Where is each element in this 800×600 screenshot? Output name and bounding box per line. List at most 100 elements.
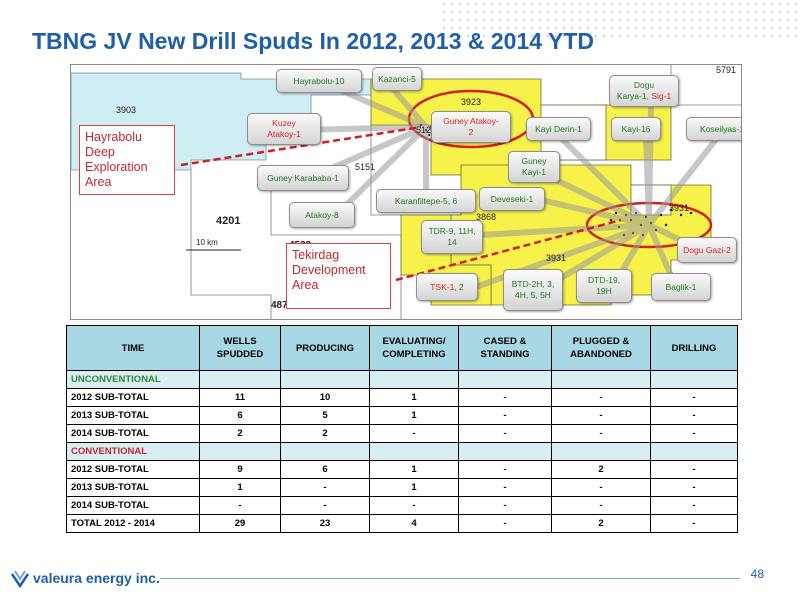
callout-deveseki: Deveseki-1: [479, 187, 545, 211]
row-label: 2014 SUB-TOTAL: [66, 496, 200, 515]
table-row: 2012 SUB-TOTAL 9 6 1-2-: [66, 460, 738, 479]
callout-kuzey-atakoy: Kuzey Atakoy-1: [247, 113, 321, 145]
cell: -: [650, 406, 738, 425]
section-row-conventional: CONVENTIONAL: [66, 442, 738, 461]
wells-status-table: TIME WELLS SPUDDED PRODUCING EVALUATING/…: [66, 325, 738, 533]
cell: -: [280, 496, 370, 515]
row-label: 2012 SUB-TOTAL: [66, 388, 200, 407]
total-row: TOTAL 2012 - 2014 29 23 4-2-: [66, 514, 738, 533]
cell: -: [458, 460, 552, 479]
table-row: 2014 SUB-TOTAL 2 2- - - -: [66, 424, 738, 443]
callout-guney-atakoy: Guney Atakoy- 2: [431, 111, 511, 143]
logo-mark-icon: [10, 570, 30, 588]
map-label-3931-b: 3931: [669, 203, 690, 213]
table-header-row: TIME WELLS SPUDDED PRODUCING EVALUATING/…: [66, 325, 738, 371]
cell: 2: [280, 424, 370, 443]
cell: 9: [199, 460, 281, 479]
cell: -: [369, 424, 459, 443]
cell: -: [551, 406, 651, 425]
tekirdag-area-label: Tekirdag Development Area: [286, 243, 391, 309]
cell: -: [458, 406, 552, 425]
page-number: 48: [750, 567, 764, 581]
col-header-plugged: PLUGGED & ABANDONED: [551, 325, 651, 371]
cell: 2: [551, 460, 651, 479]
scale-label: 10 km: [196, 238, 218, 247]
cell: -: [199, 496, 281, 515]
section-label: CONVENTIONAL: [66, 442, 200, 461]
callout-hayrabolu-10: Hayrabolu-10: [276, 69, 362, 93]
callout-tdr: TDR-9, 11H, 14: [421, 220, 483, 254]
map-label-4201: 4201: [216, 215, 241, 227]
cell: 4: [369, 514, 459, 533]
cell: -: [551, 478, 651, 497]
cell: 1: [369, 388, 459, 407]
callout-dogu-gazi: Dogu Gazi-2: [677, 237, 737, 263]
cell: -: [458, 424, 552, 443]
cell: 2: [199, 424, 281, 443]
cell: 1: [199, 478, 281, 497]
map-label-3903: 3903: [116, 105, 137, 115]
col-header-evaluating: EVALUATING/ COMPLETING: [369, 325, 459, 371]
cell: -: [280, 478, 370, 497]
table-row: 2013 SUB-TOTAL 1-1- - -: [66, 478, 738, 497]
cell: 1: [369, 406, 459, 425]
cell: -: [650, 478, 738, 497]
slide-title: TBNG JV New Drill Spuds In 2012, 2013 & …: [32, 28, 595, 54]
cell: 10: [280, 388, 370, 407]
row-label: 2012 SUB-TOTAL: [66, 460, 200, 479]
cell: -: [551, 496, 651, 515]
cell: -: [650, 460, 738, 479]
cell: 5: [280, 406, 370, 425]
cell: -: [650, 388, 738, 407]
cell: -: [458, 388, 552, 407]
cell: -: [650, 514, 738, 533]
map-label-3931-a: 3931: [546, 253, 567, 263]
callout-dtd: DTD-19, 19H: [576, 269, 632, 303]
cell: -: [551, 424, 651, 443]
company-logo: valeura energy inc.: [10, 568, 160, 588]
callout-kayi-16: Kayi-16: [611, 117, 661, 141]
callout-btd: BTD-2H, 3, 4H, 5, 5H: [503, 269, 563, 311]
section-row-unconventional: UNCONVENTIONAL: [66, 370, 738, 389]
row-label: 2014 SUB-TOTAL: [66, 424, 200, 443]
section-label: UNCONVENTIONAL: [66, 370, 200, 389]
col-header-wells-spudded: WELLS SPUDDED: [199, 325, 281, 371]
callout-atakoy-8: Atakoy-8: [289, 202, 355, 228]
cell: -: [650, 424, 738, 443]
callout-baglik: Baglik-1: [651, 273, 711, 301]
callout-koseilyas: Koseilyas-1: [686, 117, 741, 141]
callout-kayi-derin: Kayi Derin-1: [526, 117, 591, 141]
cell: 1: [369, 460, 459, 479]
col-header-time: TIME: [66, 325, 200, 371]
cell: 6: [280, 460, 370, 479]
cell: 29: [199, 514, 281, 533]
row-label: TOTAL 2012 - 2014: [66, 514, 200, 533]
callout-dogu-karya: Dogu Karya-1, Sig-1: [609, 75, 679, 107]
footer-divider: [160, 578, 740, 579]
license-map: 3903 5151 4201 4532 487 3923 3868 3931 3…: [70, 64, 742, 320]
map-label-5791: 5791: [716, 65, 737, 75]
table-row: 2013 SUB-TOTAL 6 5 1- - -: [66, 406, 738, 425]
col-header-drilling: DRILLING: [650, 325, 738, 371]
cell: -: [458, 478, 552, 497]
cell: -: [458, 496, 552, 515]
row-label: 2013 SUB-TOTAL: [66, 478, 200, 497]
logo-text: valeura energy inc.: [33, 570, 160, 586]
cell: 2: [551, 514, 651, 533]
map-label-3923: 3923: [461, 97, 482, 107]
map-label-5151: 5151: [355, 162, 376, 172]
cell: 23: [280, 514, 370, 533]
callout-karanfiltepe: Karanfiltepe-5, 6: [376, 189, 476, 213]
callout-kazanci-5: Kazanci-5: [372, 67, 422, 91]
callout-guney-karababa: Guney Karababa-1: [257, 165, 349, 191]
cell: 6: [199, 406, 281, 425]
cell: 1: [369, 478, 459, 497]
cell: -: [551, 388, 651, 407]
hayrabolu-area-label: Hayrabolu Deep Exploration Area: [79, 125, 175, 195]
row-label: 2013 SUB-TOTAL: [66, 406, 200, 425]
callout-guney-kayi: Guney Kayi-1: [508, 151, 560, 183]
cell: -: [458, 514, 552, 533]
callout-tsk: TSK-1, 2: [416, 273, 478, 301]
col-header-producing: PRODUCING: [280, 325, 370, 371]
table-row: 2012 SUB-TOTAL 11 10 1- - -: [66, 388, 738, 407]
